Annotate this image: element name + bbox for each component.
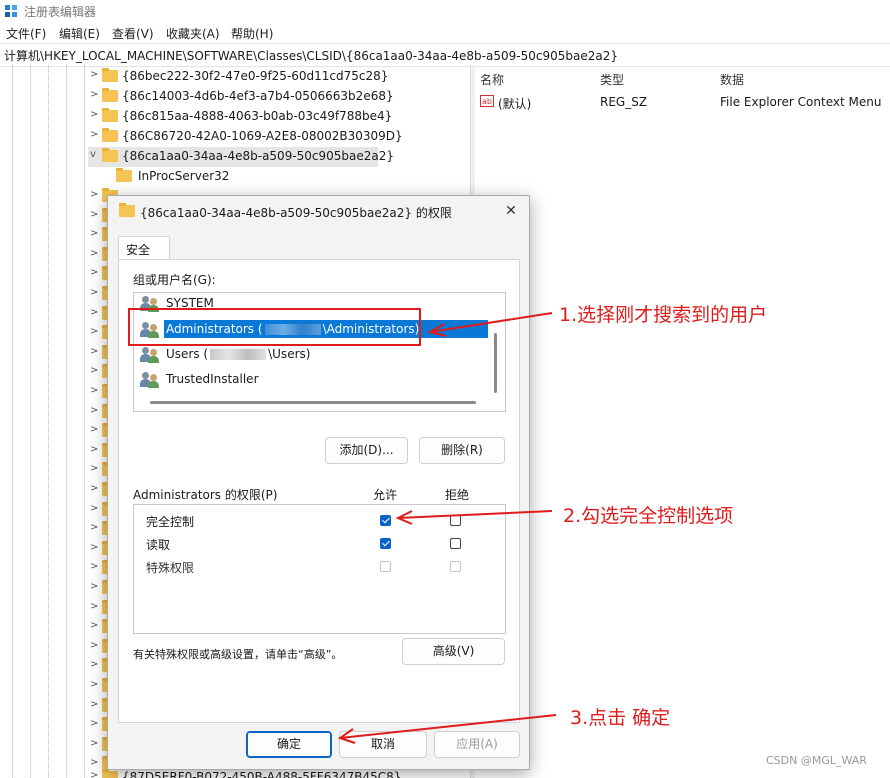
annotation-step1: 1.选择刚才搜索到的用户 [559,304,768,326]
arrow-step2 [397,510,553,519]
annotation-step3: 3.点击 确定 [570,707,671,729]
annotation-arrows [337,312,557,744]
watermark: CSDN @MGL_WAR [766,754,867,767]
annotation-step2: 2.勾选完全控制选项 [563,505,734,527]
arrow-step3 [339,714,557,739]
arrow-step1 [429,312,553,333]
